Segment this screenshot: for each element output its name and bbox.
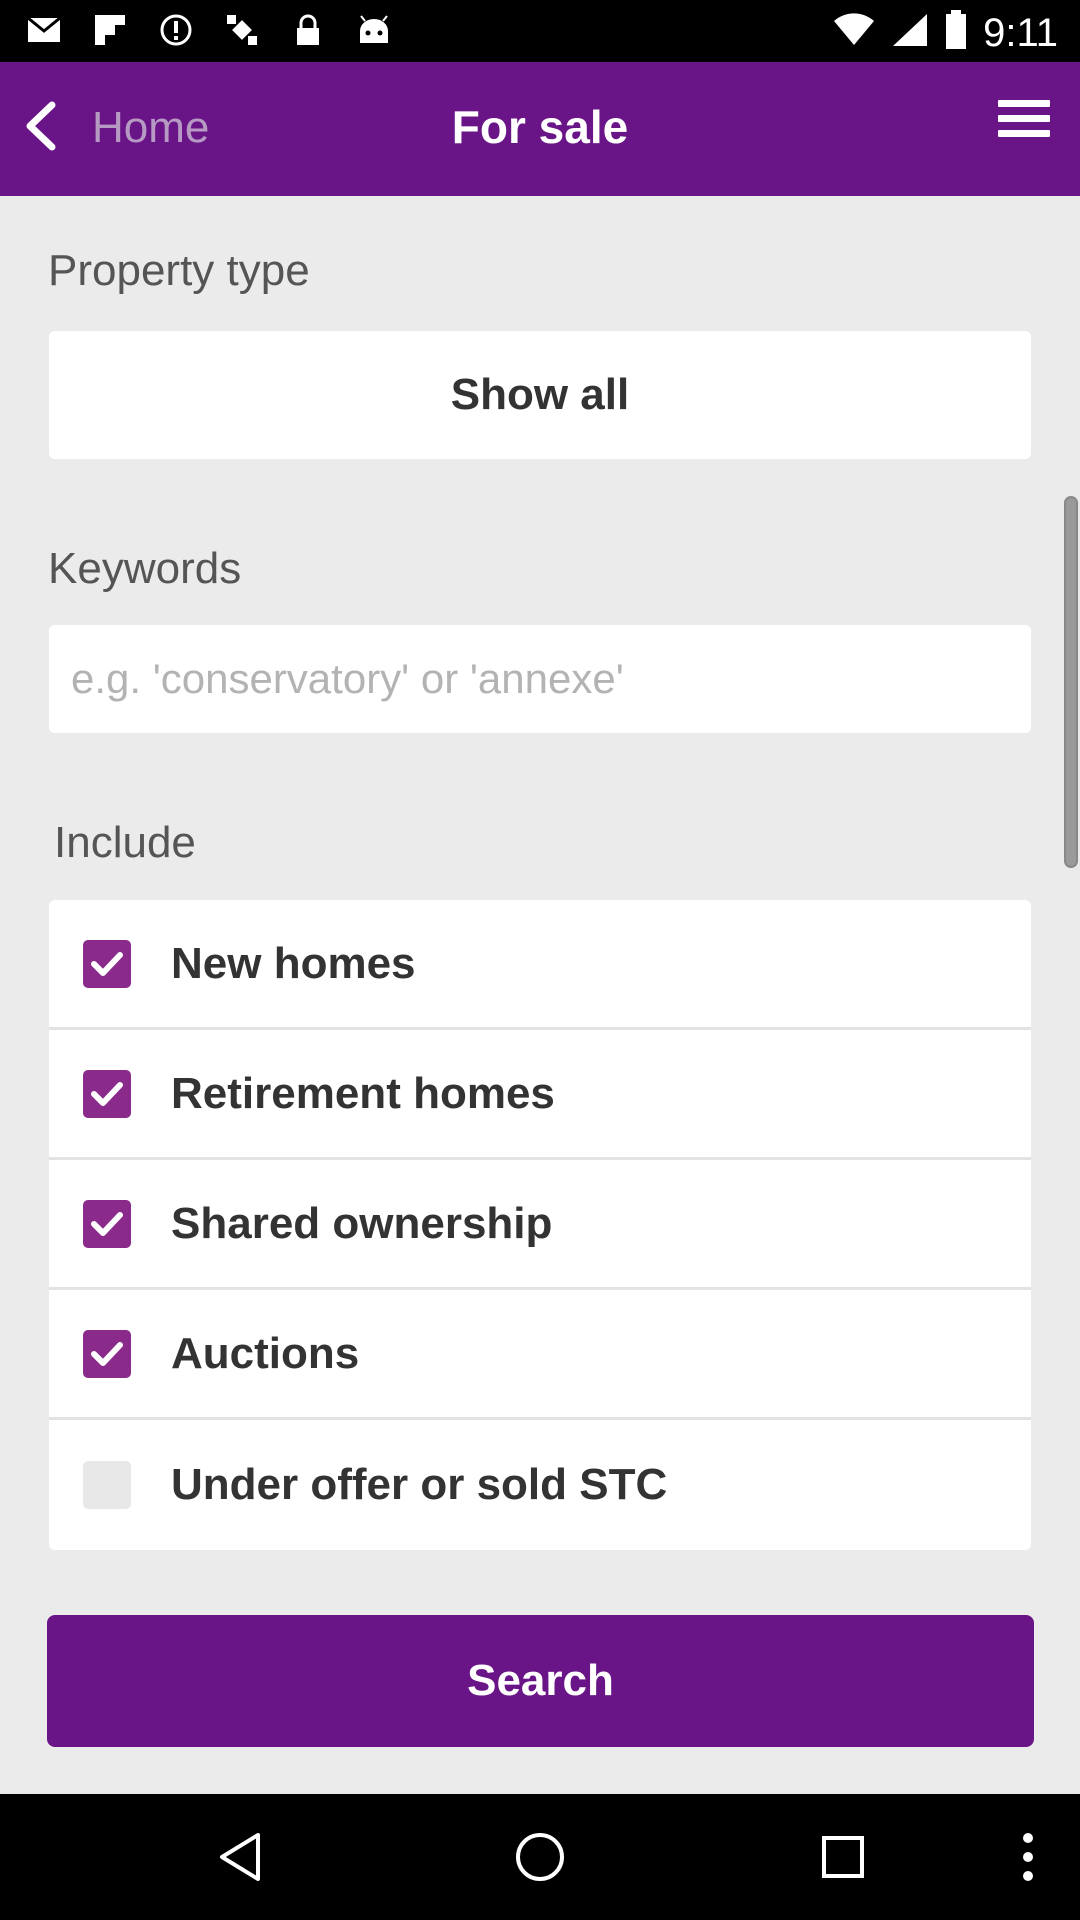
keywords-label: Keywords: [48, 544, 242, 593]
satellite-icon: [224, 12, 260, 48]
recents-square-icon[interactable]: [773, 1794, 913, 1920]
checkbox-checked-icon[interactable]: [83, 939, 131, 988]
system-nav-bar: [0, 1794, 1080, 1920]
checkbox-unchecked-icon[interactable]: [83, 1461, 131, 1509]
checkbox-checked-icon[interactable]: [83, 1069, 131, 1118]
signal-icon: [891, 12, 929, 53]
app-bar: Home For sale: [0, 62, 1080, 196]
search-form: Property type Show all Keywords Include …: [0, 196, 1080, 1794]
include-item-new-homes[interactable]: New homes: [49, 900, 1031, 1030]
android-icon: [356, 12, 392, 48]
checkbox-checked-icon[interactable]: [83, 1199, 131, 1248]
page-title: For sale: [451, 101, 629, 153]
checkbox-checked-icon[interactable]: [83, 1329, 131, 1378]
lock-icon: [290, 12, 326, 48]
property-type-select[interactable]: Show all: [49, 331, 1031, 459]
include-item-under-offer[interactable]: Under offer or sold STC: [49, 1420, 1031, 1550]
include-item-retirement-homes[interactable]: Retirement homes: [49, 1030, 1031, 1160]
back-triangle-icon[interactable]: [170, 1794, 310, 1920]
include-label: Include: [54, 818, 196, 867]
include-item-auctions[interactable]: Auctions: [49, 1290, 1031, 1420]
mail-icon: [26, 12, 62, 48]
include-item-label: Under offer or sold STC: [171, 1460, 668, 1509]
search-button[interactable]: Search: [47, 1615, 1034, 1747]
include-list: New homes Retirement homes Shared owners…: [49, 900, 1031, 1550]
overflow-dots-icon[interactable]: [958, 1794, 1080, 1920]
include-item-label: Auctions: [171, 1328, 360, 1378]
hamburger-menu-icon[interactable]: [998, 100, 1050, 142]
status-bar: 9:11: [0, 0, 1080, 62]
wifi-icon: [833, 13, 875, 52]
notification-icons: [26, 12, 392, 48]
battery-icon: [945, 10, 967, 55]
home-circle-icon[interactable]: [470, 1794, 610, 1920]
flipboard-icon: [92, 12, 128, 48]
status-indicators: 9:11: [833, 10, 1058, 55]
include-item-label: Retirement homes: [171, 1068, 555, 1118]
property-type-label: Property type: [48, 246, 310, 295]
include-item-label: New homes: [171, 938, 416, 988]
status-time: 9:11: [983, 10, 1058, 55]
scrollbar-thumb[interactable]: [1064, 496, 1078, 868]
property-type-value: Show all: [450, 370, 630, 419]
alert-icon: [158, 12, 194, 48]
keywords-input[interactable]: [49, 625, 1031, 733]
include-item-label: Shared ownership: [171, 1198, 553, 1248]
include-item-shared-ownership[interactable]: Shared ownership: [49, 1160, 1031, 1290]
